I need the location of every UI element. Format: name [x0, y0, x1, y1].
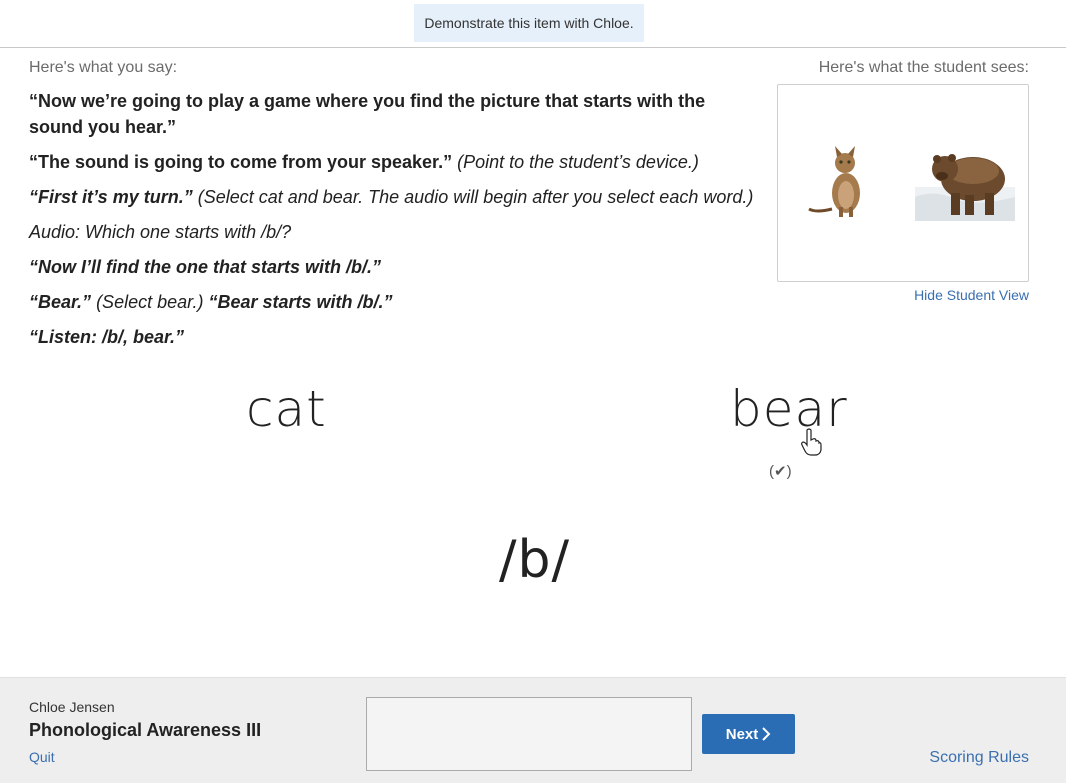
script-line-4: Audio: Which one starts with /b/?	[29, 222, 292, 242]
top-bar: Demonstrate this item with Chloe.	[0, 0, 1066, 48]
teacher-script: “Now we’re going to play a game where yo…	[29, 88, 759, 359]
word-bear[interactable]: bear	[730, 380, 848, 438]
script-line-1: “Now we’re going to play a game where yo…	[29, 91, 706, 137]
bear-check-icon: (✔)	[769, 463, 792, 480]
next-button-label: Next	[725, 725, 759, 743]
notes-input[interactable]	[366, 697, 692, 771]
scoring-rules-link[interactable]: Scoring Rules	[929, 749, 1029, 767]
hand-pointer-icon	[801, 428, 822, 456]
word-cat[interactable]: cat	[246, 380, 327, 438]
say-heading: Here's what you say:	[29, 59, 178, 76]
target-sound: /b/	[499, 530, 571, 590]
footer-bar: Chloe Jensen Phonological Awareness III …	[0, 677, 1066, 783]
bear-image	[915, 154, 1015, 221]
hide-student-view-link[interactable]: Hide Student View	[914, 287, 1029, 303]
script-line-6: “Bear.” (Select bear.) “Bear starts with…	[29, 292, 393, 312]
next-button[interactable]: Next	[702, 714, 795, 754]
script-line-2: “The sound is going to come from your sp…	[29, 152, 699, 172]
quit-link[interactable]: Quit	[29, 749, 55, 765]
demo-banner: Demonstrate this item with Chloe.	[414, 4, 644, 42]
student-view-panel	[777, 84, 1029, 282]
assessment-title: Phonological Awareness III	[29, 720, 262, 740]
chevron-right-icon	[762, 727, 771, 741]
student-name: Chloe Jensen	[29, 699, 115, 715]
cat-image	[808, 146, 860, 217]
script-line-5: “Now I’ll find the one that starts with …	[29, 257, 382, 277]
script-line-3: “First it’s my turn.” (Select cat and be…	[29, 187, 754, 207]
sees-heading: Here's what the student sees:	[818, 59, 1029, 76]
script-line-7: “Listen: /b/, bear.”	[29, 327, 185, 347]
